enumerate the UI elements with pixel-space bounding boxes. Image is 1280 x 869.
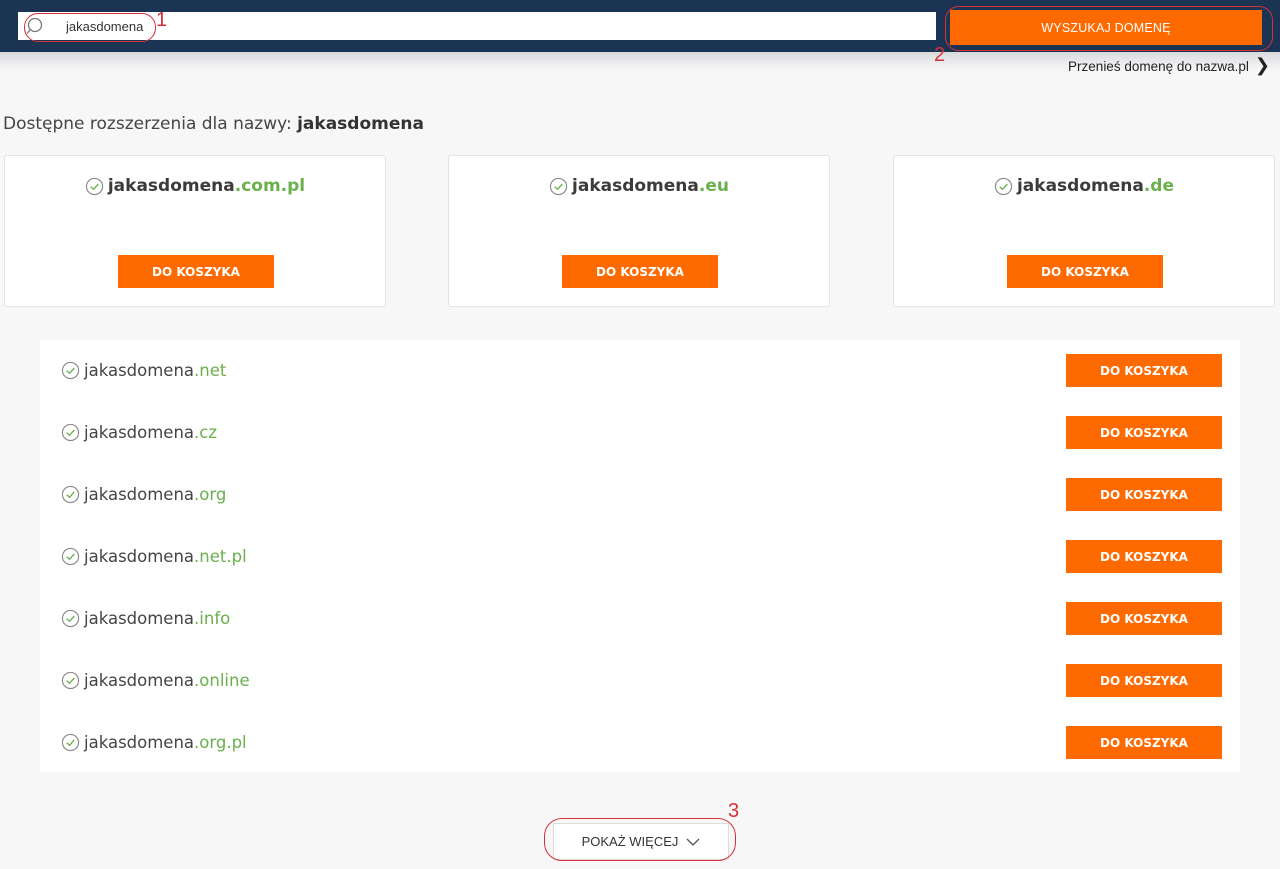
list-item: jakasdomena.cz DO KOSZYKA [40,416,1240,450]
add-to-cart-button[interactable]: DO KOSZYKA [1066,726,1222,759]
domain-label: jakasdomena.org [61,485,226,504]
domain-name: jakasdomena [572,176,699,196]
domain-name: jakasdomena [1016,176,1144,196]
add-to-cart-button[interactable]: DO KOSZYKA [1066,478,1222,511]
chevron-right-icon: ❯ [1254,54,1270,75]
page-heading: Dostępne rozszerzenia dla nazwy: jakasdo… [3,114,424,134]
check-circle-icon [61,485,80,504]
transfer-domain-link[interactable]: Przenieś domenę do nazwa.pl ❯ [1068,54,1270,76]
domain-label: jakasdomena.net.pl [61,547,247,566]
add-to-cart-button[interactable]: DO KOSZYKA [1066,540,1222,573]
search-input[interactable] [66,12,926,40]
check-circle-icon [61,423,80,442]
check-circle-icon [61,609,80,628]
domain-label: jakasdomena.org.pl [61,733,247,752]
domain-name: jakasdomena [107,176,235,196]
domain-extension: .info [194,609,231,628]
domain-name: jakasdomena [84,609,195,628]
heading-name: jakasdomena [297,114,424,134]
add-to-cart-button[interactable]: DO KOSZYKA [1066,664,1222,697]
list-item: jakasdomena.net DO KOSZYKA [40,354,1240,388]
list-item: jakasdomena.net.pl DO KOSZYKA [40,540,1240,574]
check-circle-icon [61,547,80,566]
list-item: jakasdomena.org.pl DO KOSZYKA [40,726,1240,760]
domain-label: jakasdomena.eu [449,176,829,196]
add-to-cart-button[interactable]: DO KOSZYKA [1066,602,1222,635]
annotation-1-outline [24,13,156,42]
check-circle-icon [549,177,568,195]
list-item: jakasdomena.org DO KOSZYKA [40,478,1240,512]
add-to-cart-button[interactable]: DO KOSZYKA [1066,416,1222,449]
domain-name: jakasdomena [84,733,195,752]
domain-name: jakasdomena [84,423,195,442]
featured-domain-card: jakasdomena.eu DO KOSZYKA [448,155,830,307]
check-circle-icon [61,671,80,690]
domain-extension: .net.pl [194,547,247,566]
list-item: jakasdomena.info DO KOSZYKA [40,602,1240,636]
domain-label: jakasdomena.de [894,176,1274,196]
check-circle-icon [85,177,104,195]
add-to-cart-button[interactable]: DO KOSZYKA [1066,354,1222,387]
domain-extension: .com.pl [234,176,306,196]
transfer-link-label: Przenieś domenę do nazwa.pl [1068,58,1249,74]
annotation-2-number: 2 [934,44,946,66]
domain-name: jakasdomena [84,547,195,566]
heading-prefix: Dostępne rozszerzenia dla nazwy: [3,114,298,134]
annotation-2-outline [945,6,1273,51]
annotation-3-outline [544,818,736,861]
list-item: jakasdomena.online DO KOSZYKA [40,664,1240,698]
domain-name: jakasdomena [84,671,195,690]
domain-label: jakasdomena.com.pl [5,176,385,196]
domain-label: jakasdomena.info [61,609,230,628]
check-circle-icon [61,361,80,380]
annotation-1-number: 1 [156,9,168,31]
featured-domain-card: jakasdomena.com.pl DO KOSZYKA [4,155,386,307]
domain-label: jakasdomena.net [61,361,226,380]
annotation-3-number: 3 [728,800,740,822]
add-to-cart-button[interactable]: DO KOSZYKA [562,255,718,288]
domain-label: jakasdomena.cz [61,423,217,442]
check-circle-icon [994,177,1013,195]
domain-extension: .de [1143,176,1175,196]
domain-name: jakasdomena [84,361,195,380]
featured-domain-card: jakasdomena.de DO KOSZYKA [893,155,1275,307]
domain-name: jakasdomena [84,485,195,504]
domain-extension: .net [194,361,227,380]
add-to-cart-button[interactable]: DO KOSZYKA [1007,255,1163,288]
domain-extension: .org.pl [194,733,247,752]
domain-label: jakasdomena.online [61,671,250,690]
domain-extension: .online [194,671,250,690]
add-to-cart-button[interactable]: DO KOSZYKA [118,255,274,288]
domain-extension: .cz [194,423,218,442]
check-circle-icon [61,733,80,752]
domain-extension: .org [194,485,227,504]
domain-list: jakasdomena.net DO KOSZYKA jakasdomena.c… [40,340,1240,772]
domain-extension: .eu [698,176,729,196]
